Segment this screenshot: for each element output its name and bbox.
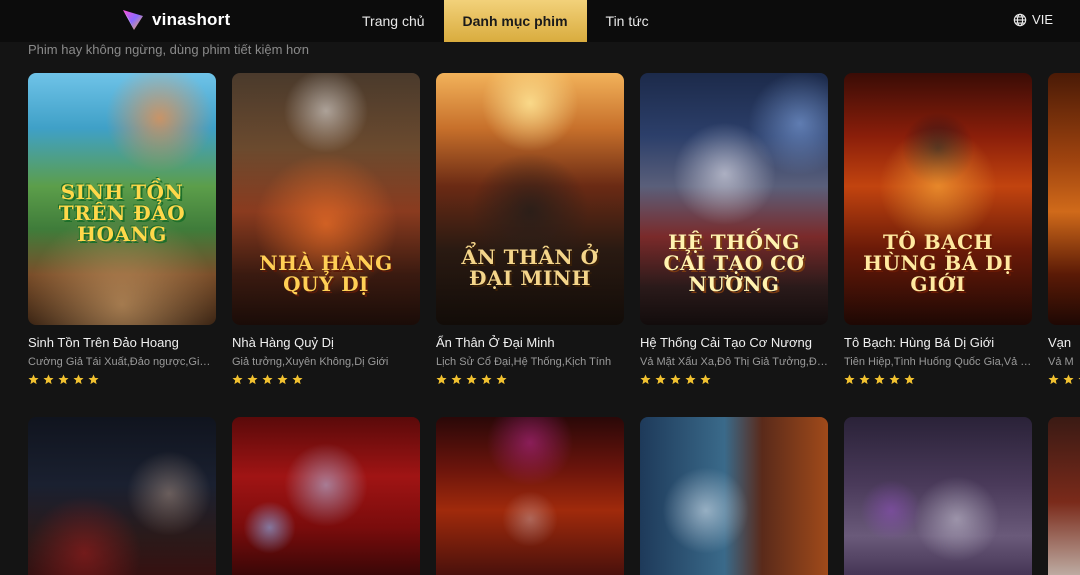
movie-poster[interactable] — [232, 417, 420, 575]
star-icon — [292, 374, 303, 385]
movie-poster[interactable] — [1048, 73, 1080, 325]
poster-title: Nhà Hàng Quỷ Dị — [259, 251, 393, 296]
movie-card[interactable]: Vạn Vả M — [1048, 73, 1080, 385]
poster-title: Tô Bạch Hùng Bá Dị Giới — [863, 230, 1013, 296]
movie-poster[interactable] — [436, 417, 624, 575]
star-icon — [1048, 374, 1059, 385]
top-bar: vinashort Trang chủ Danh mục phim Tin tứ… — [0, 0, 1080, 42]
language-selector[interactable]: VIE — [1013, 12, 1053, 27]
star-icon — [874, 374, 885, 385]
movie-poster[interactable]: Ẩn Thân ở Đại Minh — [436, 73, 624, 325]
movie-genres: Tiên Hiệp,Tình Huống Quốc Gia,Vả M… — [844, 356, 1032, 368]
movie-poster[interactable]: Sinh Tồn Trên Đảo Hoang — [28, 73, 216, 325]
star-icon — [700, 374, 711, 385]
rating-stars — [436, 374, 624, 385]
star-icon — [466, 374, 477, 385]
star-icon — [28, 374, 39, 385]
movie-genres: Cường Giả Tái Xuất,Đảo ngược,Gian… — [28, 356, 216, 368]
star-icon — [640, 374, 651, 385]
movie-poster[interactable] — [28, 417, 216, 575]
movie-genres: Vả Mặt Xấu Xa,Đô Thị Giả Tưởng,Đảo… — [640, 356, 828, 368]
movie-poster[interactable] — [844, 417, 1032, 575]
star-icon — [436, 374, 447, 385]
star-icon — [58, 374, 69, 385]
movie-card[interactable]: Tô Bạch Hùng Bá Dị Giới Tô Bạch: Hùng Bá… — [844, 73, 1032, 385]
page-tagline: Phim hay không ngừng, dùng phim tiết kiệ… — [28, 42, 309, 57]
rating-stars — [640, 374, 828, 385]
movie-title[interactable]: Nhà Hàng Quỷ Dị — [232, 335, 420, 350]
movie-poster[interactable] — [1048, 417, 1080, 575]
brand-logo-icon — [123, 10, 143, 30]
movie-title[interactable]: Hệ Thống Cải Tạo Cơ Nương — [640, 335, 828, 350]
nav-movie-categories[interactable]: Danh mục phim — [443, 0, 587, 42]
movie-card[interactable]: Nhà Hàng Quỷ Dị Nhà Hàng Quỷ Dị Giả tưởn… — [232, 73, 420, 385]
globe-icon — [1013, 13, 1027, 26]
movie-poster[interactable]: Nhà Hàng Quỷ Dị — [232, 73, 420, 325]
star-icon — [451, 374, 462, 385]
movie-title[interactable]: Vạn — [1048, 335, 1080, 350]
star-icon — [88, 374, 99, 385]
poster-title: Sinh Tồn Trên Đảo Hoang — [58, 180, 186, 246]
rating-stars — [1048, 374, 1080, 385]
star-icon — [277, 374, 288, 385]
movie-poster[interactable]: Hệ Thống Cải Tạo Cơ Nương — [640, 73, 828, 325]
movie-card[interactable]: Sinh Tồn Trên Đảo Hoang Sinh Tồn Trên Đả… — [28, 73, 216, 385]
movie-card[interactable]: Hệ Thống Cải Tạo Cơ Nương Hệ Thống Cải T… — [640, 73, 828, 385]
star-icon — [232, 374, 243, 385]
star-icon — [670, 374, 681, 385]
movie-card[interactable] — [232, 417, 420, 575]
rating-stars — [844, 374, 1032, 385]
star-icon — [1063, 374, 1074, 385]
movie-card[interactable] — [640, 417, 828, 575]
poster-title: Hệ Thống Cải Tạo Cơ Nương — [663, 230, 805, 296]
movie-poster[interactable]: Tô Bạch Hùng Bá Dị Giới — [844, 73, 1032, 325]
star-icon — [247, 374, 258, 385]
star-icon — [73, 374, 84, 385]
brand-name: vinashort — [152, 10, 231, 29]
movie-title[interactable]: Sinh Tồn Trên Đảo Hoang — [28, 335, 216, 350]
main-nav: Trang chủ Danh mục phim Tin tức — [343, 0, 668, 42]
star-icon — [859, 374, 870, 385]
rating-stars — [28, 374, 216, 385]
movie-genres: Vả M — [1048, 356, 1074, 368]
movie-title[interactable]: Tô Bạch: Hùng Bá Dị Giới — [844, 335, 1032, 350]
nav-news[interactable]: Tin tức — [587, 0, 668, 42]
star-icon — [904, 374, 915, 385]
movie-genres: Giả tưởng,Xuyên Không,Dị Giới — [232, 356, 389, 368]
movie-card[interactable] — [436, 417, 624, 575]
star-icon — [889, 374, 900, 385]
star-icon — [262, 374, 273, 385]
star-icon — [496, 374, 507, 385]
star-icon — [655, 374, 666, 385]
language-label: VIE — [1032, 12, 1053, 27]
nav-home[interactable]: Trang chủ — [343, 0, 444, 42]
star-icon — [43, 374, 54, 385]
star-icon — [481, 374, 492, 385]
rating-stars — [232, 374, 420, 385]
movie-card[interactable]: Ẩn Thân ở Đại Minh Ẩn Thân Ở Đại Minh Lị… — [436, 73, 624, 385]
brand-logo[interactable]: vinashort — [120, 7, 230, 33]
movie-card[interactable] — [844, 417, 1032, 575]
movie-title[interactable]: Ẩn Thân Ở Đại Minh — [436, 335, 624, 350]
star-icon — [844, 374, 855, 385]
movie-card[interactable] — [28, 417, 216, 575]
movie-genres: Lịch Sử Cổ Đại,Hệ Thống,Kịch Tính — [436, 356, 612, 368]
poster-title: Ẩn Thân ở Đại Minh — [461, 245, 599, 290]
star-icon — [685, 374, 696, 385]
movie-poster[interactable] — [640, 417, 828, 575]
movie-card[interactable] — [1048, 417, 1080, 575]
